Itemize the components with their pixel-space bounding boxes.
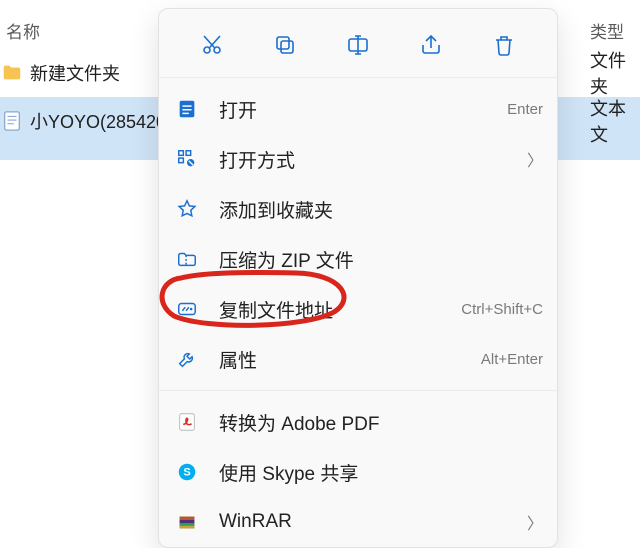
file-type: 文件夹 xyxy=(590,47,640,99)
winrar-icon xyxy=(173,508,201,536)
file-type: 文本文 xyxy=(590,95,640,147)
notepad-icon xyxy=(173,95,201,123)
context-menu-separator xyxy=(159,390,557,391)
menu-item-shortcut: Ctrl+Shift+C xyxy=(461,301,543,318)
menu-item-label: 打开 xyxy=(219,96,499,123)
menu-item-copy-path[interactable]: 复制文件地址 Ctrl+Shift+C xyxy=(159,284,557,334)
menu-item-properties[interactable]: 属性 Alt+Enter xyxy=(159,334,557,384)
chevron-right-icon: 〉 xyxy=(527,147,543,171)
chevron-right-icon: 〉 xyxy=(527,510,543,534)
column-header-type[interactable]: 类型 xyxy=(590,0,640,49)
context-menu-separator xyxy=(159,77,557,78)
copy-button[interactable] xyxy=(267,27,303,63)
file-name: 小YOYO(285420 xyxy=(30,108,166,134)
adobe-pdf-icon xyxy=(173,408,201,436)
menu-item-adobe-pdf[interactable]: 转换为 Adobe PDF xyxy=(159,397,557,447)
menu-item-winrar[interactable]: WinRAR 〉 xyxy=(159,497,557,547)
menu-item-shortcut: Enter xyxy=(507,101,543,118)
svg-text:S: S xyxy=(183,467,190,479)
cut-button[interactable] xyxy=(194,27,230,63)
menu-item-label: 转换为 Adobe PDF xyxy=(219,409,543,436)
menu-item-label: 使用 Skype 共享 xyxy=(219,459,543,486)
open-with-icon xyxy=(173,145,201,173)
menu-item-label: WinRAR xyxy=(219,511,527,533)
star-icon xyxy=(173,195,201,223)
skype-icon: S xyxy=(173,458,201,486)
menu-item-shortcut: Alt+Enter xyxy=(481,351,543,368)
folder-icon xyxy=(0,61,24,85)
menu-item-label: 添加到收藏夹 xyxy=(219,196,543,223)
menu-item-label: 复制文件地址 xyxy=(219,296,453,323)
file-name: 新建文件夹 xyxy=(30,60,120,86)
text-file-icon xyxy=(0,109,24,133)
copy-path-icon xyxy=(173,295,201,323)
menu-item-open-with[interactable]: 打开方式 〉 xyxy=(159,134,557,184)
menu-item-skype-share[interactable]: S 使用 Skype 共享 xyxy=(159,447,557,497)
context-menu: 打开 Enter 打开方式 〉 添加到收藏夹 压缩为 ZIP 文件 复制文件地址… xyxy=(158,8,558,548)
share-button[interactable] xyxy=(413,27,449,63)
menu-item-label: 压缩为 ZIP 文件 xyxy=(219,246,543,273)
rename-button[interactable] xyxy=(340,27,376,63)
menu-item-label: 打开方式 xyxy=(219,146,527,173)
menu-item-label: 属性 xyxy=(219,346,473,373)
delete-button[interactable] xyxy=(486,27,522,63)
menu-item-open[interactable]: 打开 Enter xyxy=(159,84,557,134)
zip-icon xyxy=(173,245,201,273)
menu-item-add-favorite[interactable]: 添加到收藏夹 xyxy=(159,184,557,234)
context-menu-toolbar xyxy=(159,9,557,77)
wrench-icon xyxy=(173,345,201,373)
menu-item-zip[interactable]: 压缩为 ZIP 文件 xyxy=(159,234,557,284)
